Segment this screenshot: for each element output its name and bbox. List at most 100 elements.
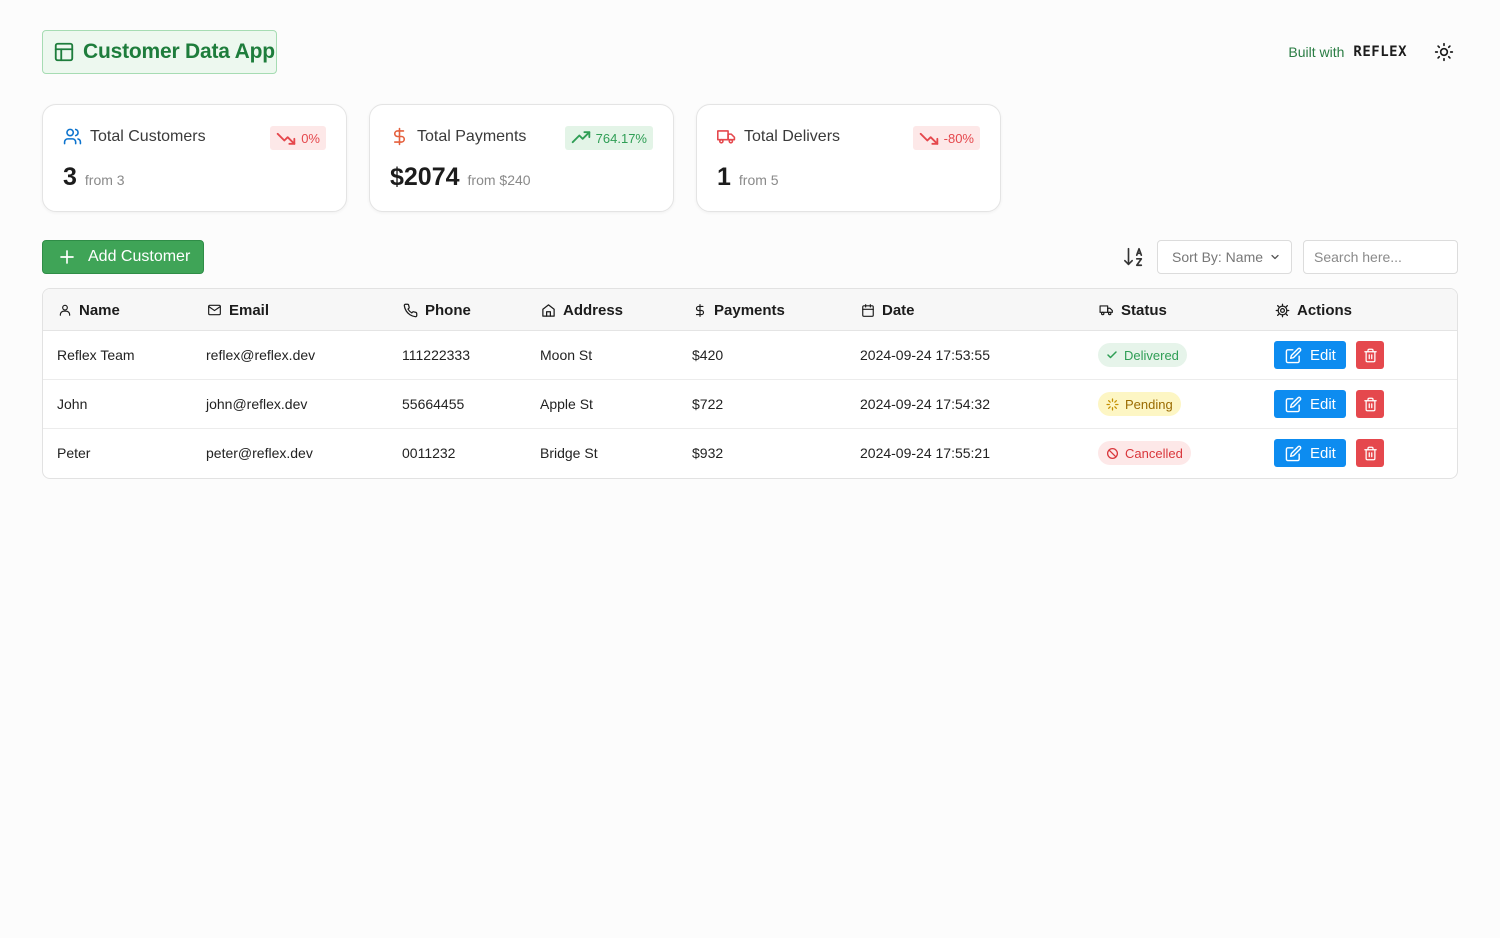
stat-value: 3 [63, 163, 77, 191]
cell-address: Apple St [540, 396, 593, 412]
table-row: Reflex Team reflex@reflex.dev 111222333 … [43, 331, 1457, 380]
delete-button[interactable] [1356, 439, 1384, 467]
cell-payments: $420 [692, 347, 724, 363]
cell-actions: Edit [1274, 331, 1384, 379]
trash-icon [1363, 348, 1378, 363]
trash-icon [1363, 397, 1378, 412]
built-with-link[interactable]: Built with REFLEX [1288, 44, 1407, 60]
cell-address: Bridge St [540, 445, 598, 461]
table-icon [53, 41, 75, 63]
search-input[interactable] [1303, 240, 1458, 274]
stat-change: -80% [943, 130, 974, 146]
cog-icon [1275, 303, 1290, 318]
cell-payments: $932 [692, 445, 724, 461]
stat-change-badge: 764.17% [564, 126, 653, 150]
dollar-icon [390, 127, 409, 146]
cell-actions: Edit [1274, 380, 1384, 428]
edit-label: Edit [1310, 444, 1336, 462]
stat-from: from 3 [84, 172, 125, 188]
mail-icon [207, 303, 222, 317]
status-badge: Pending [1098, 392, 1181, 416]
column-header-status[interactable]: Status [1099, 289, 1167, 331]
column-header-address[interactable]: Address [541, 289, 623, 331]
edit-icon [1285, 347, 1302, 364]
sort-by-select[interactable]: Sort By: Name [1157, 240, 1292, 274]
cell-status: Cancelled [1098, 429, 1191, 477]
delete-button[interactable] [1356, 390, 1384, 418]
stat-change-badge: 0% [270, 126, 326, 150]
cell-phone: 0011232 [402, 445, 456, 461]
cell-status: Delivered [1098, 331, 1187, 379]
stat-card-customers: Total Customers 0% 3 from 3 [42, 104, 347, 212]
edit-button[interactable]: Edit [1274, 341, 1346, 369]
status-badge: Delivered [1098, 343, 1187, 367]
column-label: Date [882, 301, 915, 319]
stat-label: Total Delivers [744, 127, 841, 145]
plus-icon [58, 248, 76, 266]
cell-actions: Edit [1274, 429, 1384, 477]
cell-date: 2024-09-24 17:53:55 [860, 347, 990, 363]
sort-direction-icon[interactable] [1123, 246, 1145, 268]
check-icon [1106, 349, 1118, 361]
sun-icon[interactable] [1434, 42, 1454, 62]
edit-button[interactable]: Edit [1274, 439, 1346, 467]
trending-down-icon [919, 131, 939, 145]
cell-phone: 55664455 [402, 396, 465, 412]
edit-button[interactable]: Edit [1274, 390, 1346, 418]
stats-row: Total Customers 0% 3 from 3 Total Paymen… [42, 104, 1001, 212]
column-header-date[interactable]: Date [861, 289, 915, 331]
stat-label: Total Payments [417, 127, 527, 145]
column-label: Payments [714, 301, 785, 319]
stat-from: from 5 [738, 172, 779, 188]
column-header-payments[interactable]: Payments [693, 289, 785, 331]
stat-value: 1 [717, 163, 731, 191]
delete-button[interactable] [1356, 341, 1384, 369]
stat-card-payments: Total Payments 764.17% $2074 from $240 [369, 104, 674, 212]
add-customer-button[interactable]: Add Customer [42, 240, 204, 274]
cell-name: Peter [57, 445, 91, 461]
stat-change: 764.17% [595, 130, 647, 146]
column-label: Status [1121, 301, 1167, 319]
stat-change-badge: -80% [912, 126, 980, 150]
app-title: Customer Data App [83, 40, 275, 63]
cell-date: 2024-09-24 17:54:32 [860, 396, 990, 412]
reflex-logo: REFLEX [1353, 44, 1407, 60]
edit-icon [1285, 396, 1302, 413]
column-header-phone[interactable]: Phone [403, 289, 471, 331]
page: Customer Data App Built with REFLEX Tota… [0, 0, 1500, 938]
edit-icon [1285, 445, 1302, 462]
status-label: Cancelled [1125, 445, 1183, 461]
truck-icon [717, 127, 736, 146]
dollar-icon [693, 303, 707, 318]
loader-icon [1106, 397, 1119, 411]
column-header-name[interactable]: Name [58, 289, 120, 331]
cell-status: Pending [1098, 380, 1181, 428]
home-icon [541, 303, 556, 318]
table-row: Peter peter@reflex.dev 0011232 Bridge St… [43, 429, 1457, 478]
column-label: Email [229, 301, 270, 319]
status-badge: Cancelled [1098, 441, 1191, 465]
cell-payments: $722 [692, 396, 724, 412]
table-row: John john@reflex.dev 55664455 Apple St $… [43, 380, 1457, 429]
cell-email: peter@reflex.dev [206, 445, 313, 461]
stat-change: 0% [301, 130, 320, 146]
cell-date: 2024-09-24 17:55:21 [860, 445, 990, 461]
trending-down-icon [276, 131, 296, 145]
trash-icon [1363, 446, 1378, 461]
column-label: Name [79, 301, 120, 319]
stat-card-delivers: Total Delivers -80% 1 from 5 [696, 104, 1001, 212]
column-header-email[interactable]: Email [207, 289, 269, 331]
stat-label: Total Customers [90, 127, 206, 145]
ban-icon [1106, 447, 1119, 460]
phone-icon [403, 303, 418, 318]
stat-value: $2074 [390, 163, 460, 191]
cell-address: Moon St [540, 347, 593, 363]
chevron-down-icon [1269, 251, 1281, 263]
user-icon [58, 303, 72, 317]
cell-email: reflex@reflex.dev [206, 347, 316, 363]
add-customer-label: Add Customer [88, 248, 191, 265]
cell-name: Reflex Team [57, 347, 135, 363]
calendar-icon [861, 303, 875, 318]
app-title-badge: Customer Data App [42, 30, 277, 74]
column-label: Actions [1297, 301, 1353, 319]
